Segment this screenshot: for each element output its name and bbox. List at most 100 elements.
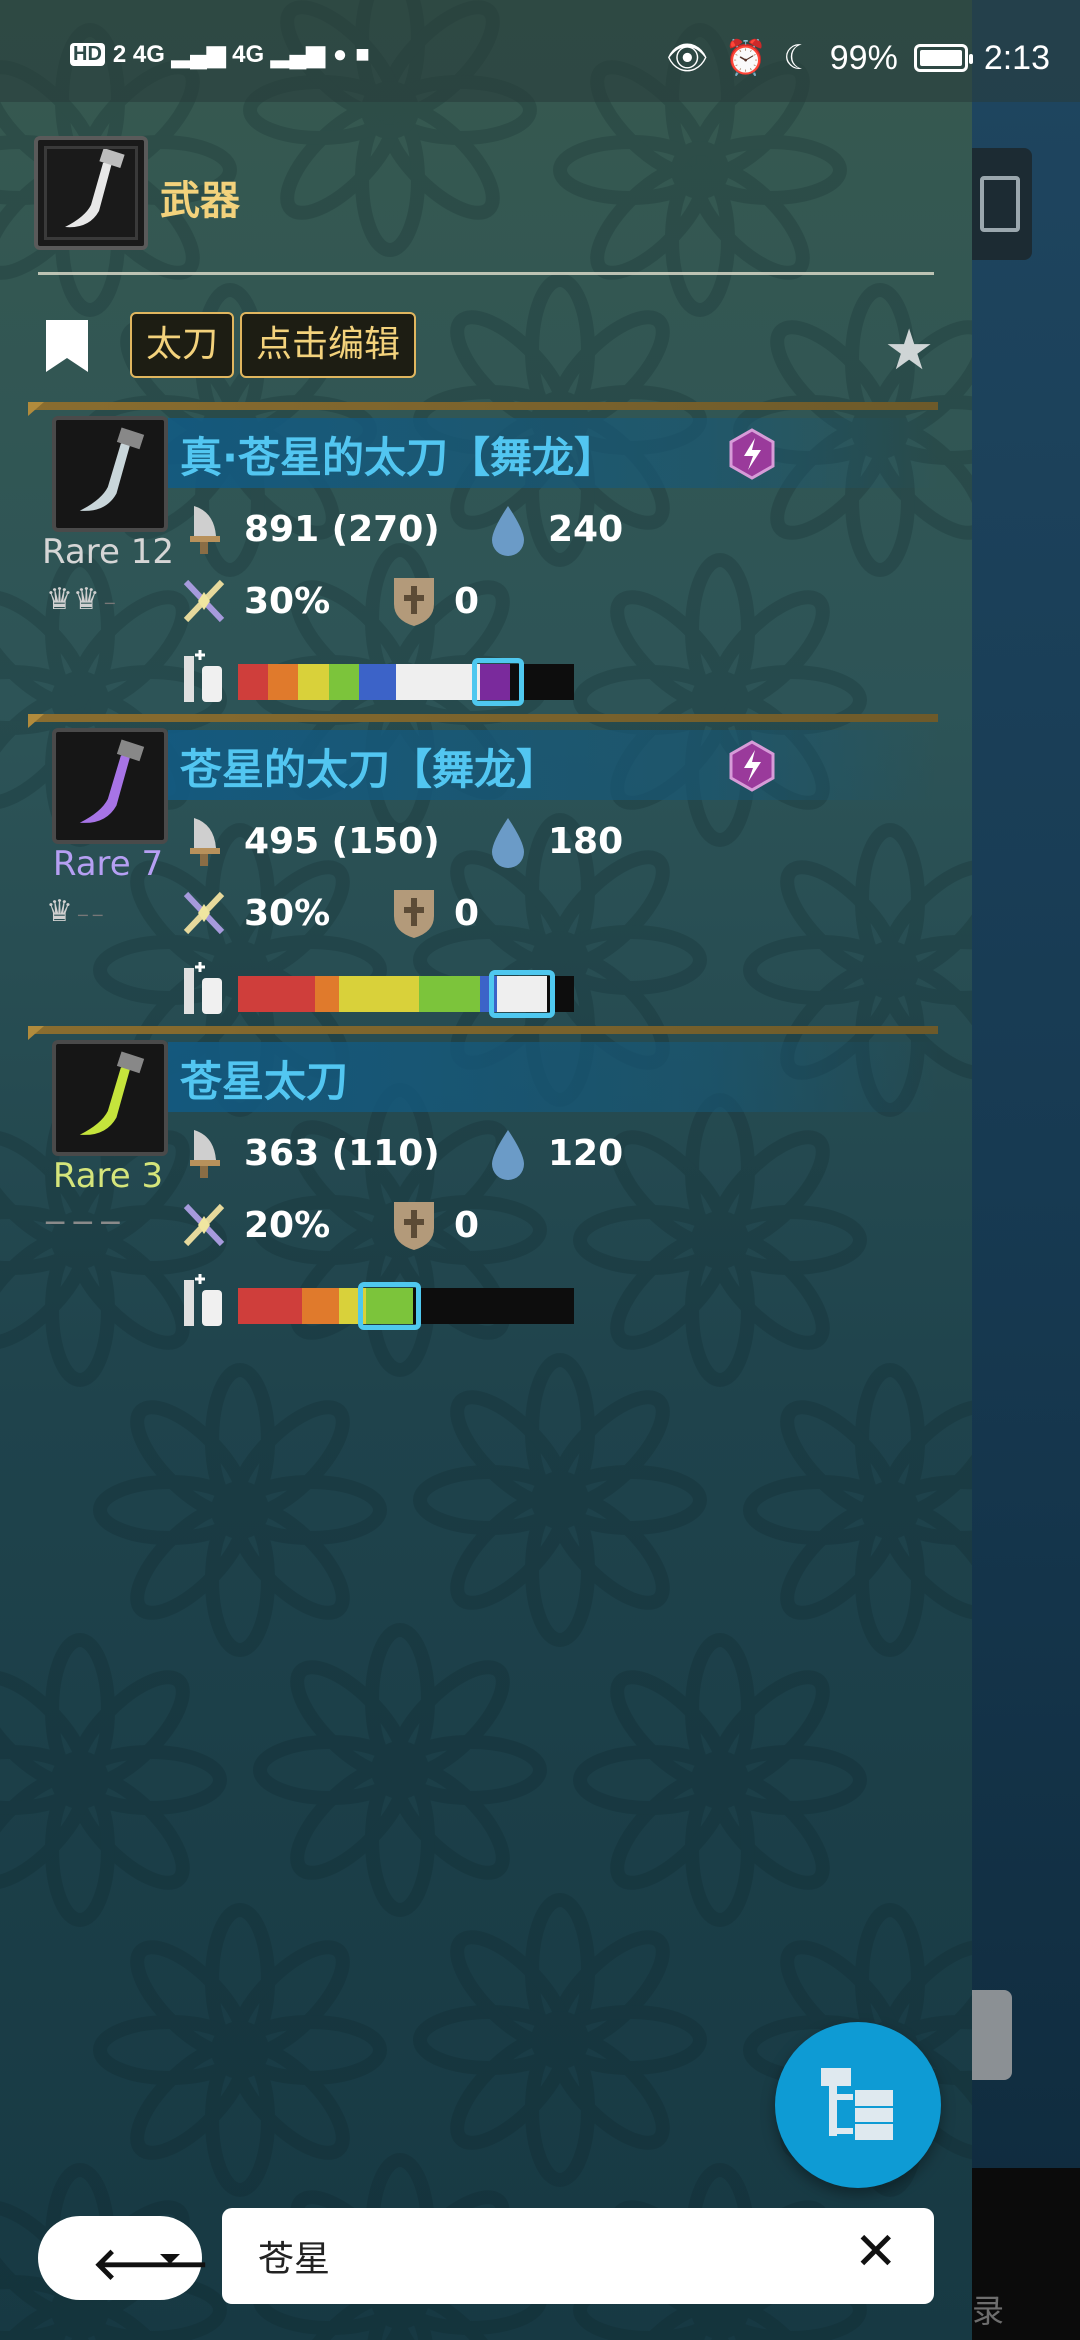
sharpness-segment bbox=[315, 976, 339, 1012]
weapon-icon bbox=[52, 728, 168, 844]
sharpness-max-marker bbox=[471, 658, 524, 706]
weapon-drawer: 武器 太刀 点击编辑 ★ 真·苍星的太刀【舞龙】 Rare 12 ♛♛ ─ 89… bbox=[0, 0, 972, 2340]
card-top-line bbox=[28, 402, 938, 416]
weapon-icon bbox=[52, 416, 168, 532]
search-input[interactable] bbox=[258, 2226, 818, 2286]
sharpness-segment bbox=[358, 664, 396, 700]
sharpness-segment bbox=[328, 664, 359, 700]
thunder-element-icon bbox=[729, 428, 775, 480]
affinity-value: 30% bbox=[244, 892, 331, 934]
defense-shield-icon bbox=[394, 1202, 434, 1250]
search-box: ✕ bbox=[222, 2208, 934, 2304]
weapon-tree-fab[interactable] bbox=[775, 2022, 941, 2188]
attack-stat: 495 (150) bbox=[180, 814, 440, 868]
defense-shield-icon bbox=[394, 890, 434, 938]
attack-stat: 363 (110) bbox=[180, 1126, 440, 1180]
sharpness-segment bbox=[412, 1288, 487, 1324]
clear-icon[interactable]: ✕ bbox=[854, 2222, 898, 2282]
weapon-icon bbox=[52, 1040, 168, 1156]
affinity-value: 20% bbox=[244, 1204, 331, 1246]
back-button[interactable]: 🡐 bbox=[38, 2216, 210, 2300]
weapon-name: 苍星太刀 bbox=[180, 1057, 349, 1106]
attack-value: 363 (110) bbox=[244, 1132, 440, 1174]
header-divider bbox=[38, 272, 934, 275]
sharpness-max-marker bbox=[357, 1282, 421, 1330]
defense-stat: 0 bbox=[390, 886, 479, 940]
sharpness-icon bbox=[184, 1274, 222, 1326]
back-arrow-icon: 🡐 bbox=[92, 2239, 210, 2290]
rarity-label: Rare 12 bbox=[42, 532, 174, 572]
sharpness-icon bbox=[184, 962, 222, 1014]
app-notification-icon: ■ bbox=[355, 40, 370, 68]
sharpness-segment bbox=[238, 976, 316, 1012]
attack-value: 891 (270) bbox=[244, 508, 440, 550]
sharpness-segment bbox=[395, 664, 480, 700]
sharpness-max-marker bbox=[488, 970, 556, 1018]
affinity-icon bbox=[183, 579, 225, 623]
battery-percent: 99% bbox=[829, 38, 898, 77]
qr-code-button[interactable] bbox=[972, 148, 1032, 260]
clock: 2:13 bbox=[983, 38, 1050, 77]
filter-chip-edit[interactable]: 点击编辑 bbox=[240, 312, 417, 378]
filter-chip-weapon-type[interactable]: 太刀 bbox=[130, 312, 235, 378]
decoration-slots: ─ ─ ─ bbox=[46, 1206, 120, 1241]
attack-stat: 891 (270) bbox=[180, 502, 440, 556]
sharpness-segment bbox=[301, 1288, 339, 1324]
sharpness-segment bbox=[238, 664, 269, 700]
decoration-slots: ♛♛ ─ bbox=[46, 582, 115, 617]
defense-value: 0 bbox=[454, 580, 480, 622]
hd-icon: HD bbox=[70, 43, 105, 66]
attack-icon bbox=[190, 818, 220, 866]
defense-value: 0 bbox=[454, 1204, 480, 1246]
water-drop-icon bbox=[492, 506, 524, 556]
water-drop-icon bbox=[492, 818, 524, 868]
weapon-name: 苍星的太刀【舞龙】 bbox=[180, 745, 559, 794]
tree-icon bbox=[821, 2068, 893, 2140]
affinity-stat: 30% bbox=[180, 886, 330, 940]
attack-icon bbox=[190, 1130, 220, 1178]
sharpness-segment bbox=[268, 664, 299, 700]
qr-code-icon bbox=[980, 176, 1020, 232]
background-app: 录 bbox=[972, 0, 1080, 2340]
favorite-star-icon[interactable]: ★ bbox=[884, 318, 934, 383]
weapon-category-icon bbox=[34, 136, 148, 250]
status-left: HD 2 4G ▂▄▆ 4G ▂▄▆ ● ■ bbox=[70, 40, 370, 69]
sharpness-segment bbox=[419, 976, 480, 1012]
battery-icon bbox=[913, 44, 973, 72]
bookmark-icon[interactable] bbox=[46, 320, 88, 372]
sharpness-segment bbox=[298, 664, 329, 700]
affinity-value: 30% bbox=[244, 580, 331, 622]
signal-text: 2 4G ▂▄▆ 4G ▂▄▆ bbox=[112, 41, 325, 68]
attack-value: 495 (150) bbox=[244, 820, 440, 862]
wechat-icon: ● bbox=[332, 40, 348, 68]
chevron-down-icon bbox=[160, 2254, 180, 2264]
status-right: 👁 ⏰ ☾ 99% 2:13 bbox=[666, 38, 1050, 78]
rarity-label: Rare 7 bbox=[52, 844, 164, 884]
defense-shield-icon bbox=[394, 578, 434, 626]
affinity-stat: 20% bbox=[180, 1198, 330, 1252]
page-title: 武器 bbox=[160, 178, 240, 224]
element-stat: 180 bbox=[484, 814, 623, 868]
moon-icon: ☾ bbox=[783, 39, 814, 77]
background-button[interactable] bbox=[972, 1990, 1012, 2080]
background-peek-text: 录 bbox=[972, 2292, 1005, 2330]
element-stat: 120 bbox=[484, 1126, 623, 1180]
sharpness-icon bbox=[184, 650, 222, 702]
defense-value: 0 bbox=[454, 892, 480, 934]
water-drop-icon bbox=[492, 1130, 524, 1180]
background-bottom-bar: 录 bbox=[972, 2168, 1080, 2340]
element-stat: 240 bbox=[484, 502, 623, 556]
card-top-line bbox=[28, 1026, 938, 1040]
sharpness-segment bbox=[238, 1288, 302, 1324]
affinity-stat: 30% bbox=[180, 574, 330, 628]
affinity-icon bbox=[183, 891, 225, 935]
element-value: 240 bbox=[548, 508, 624, 550]
attack-icon bbox=[190, 506, 220, 554]
defense-stat: 0 bbox=[390, 574, 479, 628]
status-bar: HD 2 4G ▂▄▆ 4G ▂▄▆ ● ■ 👁 ⏰ ☾ 99% 2:13 bbox=[0, 0, 1080, 102]
decoration-slots: ♛ ─ ─ bbox=[46, 894, 103, 929]
defense-stat: 0 bbox=[390, 1198, 479, 1252]
sharpness-segment bbox=[338, 976, 420, 1012]
affinity-icon bbox=[183, 1203, 225, 1247]
element-value: 120 bbox=[548, 1132, 624, 1174]
